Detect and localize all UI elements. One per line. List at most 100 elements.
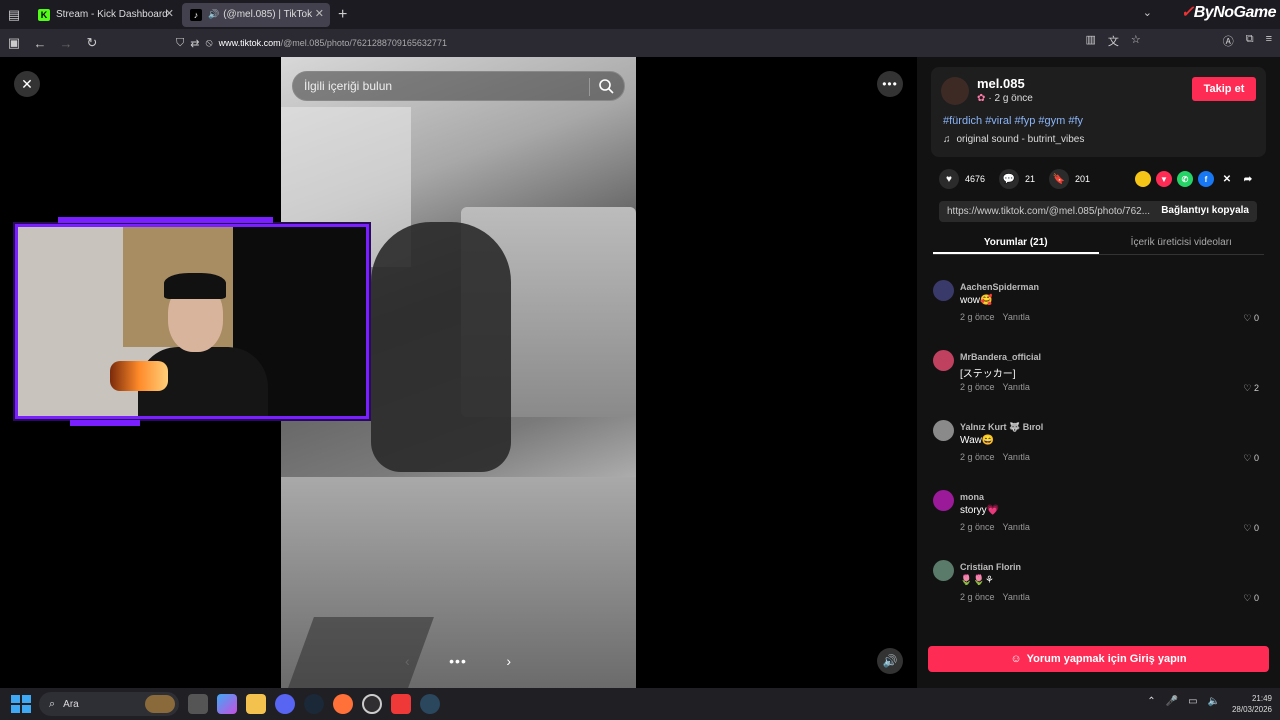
avatar[interactable] xyxy=(933,350,954,371)
close-tab-icon[interactable]: ✕ xyxy=(165,7,174,20)
comment-like[interactable]: ♡ 0 xyxy=(1243,523,1259,534)
windows-start-icon[interactable] xyxy=(9,693,33,715)
volume-icon[interactable]: 🔊 xyxy=(877,648,903,674)
comment-username[interactable]: Yalnız Kurt 🐺 Bırol xyxy=(960,422,1043,433)
url-bar[interactable]: ⛉ ⇄ ⦸ www.tiktok.com /@mel.085/photo/762… xyxy=(176,32,1126,54)
related-search-input[interactable]: İlgili içeriği bulun xyxy=(292,71,625,101)
comment-like[interactable]: ♡ 0 xyxy=(1243,593,1259,604)
coin-icon[interactable] xyxy=(1135,171,1151,187)
translate-icon[interactable]: 文 xyxy=(1108,33,1119,49)
reply-button[interactable]: Yanıtla xyxy=(1003,452,1030,462)
bookmark-star-icon[interactable]: ☆ xyxy=(1131,33,1141,49)
sidebar-icon[interactable]: ▣ xyxy=(2,31,26,55)
close-tab-icon[interactable]: ✕ xyxy=(315,7,324,20)
file-explorer-icon[interactable] xyxy=(246,694,266,714)
comment-list: AachenSpiderman wow🥰 2 g önce Yanıtla ♡ 0… xyxy=(931,275,1271,625)
comment-like[interactable]: ♡ 2 xyxy=(1243,383,1259,394)
bookmark-icon[interactable]: 🔖 xyxy=(1049,169,1070,189)
x-icon[interactable]: ✕ xyxy=(1219,171,1235,187)
tab-tiktok[interactable]: ♪ 🔊 (@mel.085) | TikTok ✕ xyxy=(182,2,330,27)
chevron-right-icon[interactable]: › xyxy=(506,653,511,669)
task-view-icon[interactable] xyxy=(188,694,208,714)
discord-icon[interactable] xyxy=(275,694,295,714)
new-tab-button[interactable]: + xyxy=(338,6,347,24)
avatar[interactable] xyxy=(933,490,954,511)
sound-link[interactable]: ♫ original sound - butrint_vibes xyxy=(943,134,1084,145)
post-link-field[interactable]: https://www.tiktok.com/@mel.085/photo/76… xyxy=(939,201,1257,222)
speaker-icon[interactable]: 🔈 xyxy=(1208,696,1220,707)
taskbar-search[interactable]: ⌕ Ara xyxy=(39,692,179,716)
account-icon[interactable]: Ⓐ xyxy=(1223,33,1234,49)
chevron-up-icon[interactable]: ⌃ xyxy=(1147,696,1155,707)
tab-creator-videos[interactable]: İçerik üreticisi videoları xyxy=(1099,229,1265,254)
comment-username[interactable]: mona xyxy=(960,492,984,502)
permissions-icon[interactable]: ⇄ xyxy=(190,37,199,50)
kick-icon: K xyxy=(38,8,50,21)
comment-like[interactable]: ♡ 0 xyxy=(1243,453,1259,464)
reply-button[interactable]: Yanıtla xyxy=(1003,312,1030,322)
author-card: mel.085 ✿ · 2 g önce Takip et #fürdich #v… xyxy=(931,67,1266,157)
reload-button[interactable]: ↻ xyxy=(80,31,104,55)
comment-username[interactable]: AachenSpiderman xyxy=(960,282,1039,292)
tab-kick-dashboard[interactable]: K Stream - Kick Dashboard ✕ xyxy=(30,3,180,27)
system-tray: ⌃ 🎤 ▭ 🔈 xyxy=(1147,696,1220,707)
avatar[interactable] xyxy=(941,77,969,105)
audio-icon[interactable]: 🔊 xyxy=(208,9,219,20)
steam-alt-icon[interactable] xyxy=(420,694,440,714)
forward-button[interactable]: → xyxy=(54,31,78,55)
heart-icon: ♡ xyxy=(1243,383,1252,393)
hashtags[interactable]: #fürdich #viral #fyp #gym #fy xyxy=(943,115,1083,127)
comment-icon: ☺ xyxy=(1010,653,1022,665)
username[interactable]: mel.085 xyxy=(977,76,1025,91)
reply-button[interactable]: Yanıtla xyxy=(1003,382,1030,392)
tracking-icon[interactable]: ⦸ xyxy=(205,37,212,50)
back-button[interactable]: ← xyxy=(28,31,52,55)
follow-button[interactable]: Takip et xyxy=(1192,77,1256,101)
more-options-button[interactable]: ••• xyxy=(877,71,903,97)
search-icon[interactable] xyxy=(598,78,614,94)
copilot-icon[interactable] xyxy=(217,694,237,714)
save-count: 201 xyxy=(1075,174,1091,184)
comment-username[interactable]: Cristian Florin xyxy=(960,562,1021,572)
webcam-overlay xyxy=(15,217,369,426)
login-to-comment-button[interactable]: ☺ Yorum yapmak için Giriş yapın xyxy=(928,646,1269,672)
network-icon[interactable]: ▭ xyxy=(1188,696,1197,707)
panel-tabs: Yorumlar (21) İçerik üreticisi videoları xyxy=(933,229,1264,255)
comment-text: Waw😄 xyxy=(960,435,995,446)
reply-button[interactable]: Yanıtla xyxy=(1003,522,1030,532)
reply-button[interactable]: Yanıtla xyxy=(1003,592,1030,602)
shield-icon[interactable]: ⛉ xyxy=(176,37,184,50)
repost-icon[interactable]: ▼ xyxy=(1156,171,1172,187)
obs-icon[interactable] xyxy=(362,694,382,714)
steam-icon[interactable] xyxy=(304,694,324,714)
vivaldi-icon[interactable] xyxy=(391,694,411,714)
news-widget-icon[interactable] xyxy=(145,695,175,713)
share-arrow-icon[interactable]: ➦ xyxy=(1240,171,1256,187)
avatar[interactable] xyxy=(933,560,954,581)
facebook-icon[interactable]: f xyxy=(1198,171,1214,187)
heart-icon[interactable]: ♥ xyxy=(939,169,959,189)
heart-icon: ♡ xyxy=(1243,313,1252,323)
comment-icon[interactable]: 💬 xyxy=(999,169,1020,189)
whatsapp-icon[interactable]: ✆ xyxy=(1177,171,1193,187)
tab-comments[interactable]: Yorumlar (21) xyxy=(933,229,1099,254)
avatar[interactable] xyxy=(933,280,954,301)
chevron-down-icon[interactable]: ⌄ xyxy=(1143,6,1152,19)
comment-count: 21 xyxy=(1025,174,1036,184)
chevron-left-icon[interactable]: ‹ xyxy=(405,653,410,669)
comment-text: 🌷🌷⚘ xyxy=(960,575,994,586)
microphone-icon[interactable]: 🎤 xyxy=(1166,696,1178,707)
close-icon[interactable]: ✕ xyxy=(14,71,40,97)
system-clock[interactable]: 21:49 28/03/2026 xyxy=(1232,693,1272,715)
tab-list-icon[interactable]: ▤ xyxy=(0,0,28,29)
comment-username[interactable]: MrBandera_official xyxy=(960,352,1041,362)
firefox-icon[interactable] xyxy=(333,694,353,714)
menu-icon[interactable]: ≡ xyxy=(1266,33,1272,49)
extensions-icon[interactable]: ⧉ xyxy=(1246,33,1254,49)
avatar[interactable] xyxy=(933,420,954,441)
browser-nav-bar: ▣ ← → ↻ ⛉ ⇄ ⦸ www.tiktok.com /@mel.085/p… xyxy=(0,29,1280,57)
comment-like[interactable]: ♡ 0 xyxy=(1243,313,1259,324)
reader-icon[interactable]: ▥ xyxy=(1085,33,1095,49)
copy-link-button[interactable]: Bağlantıyı kopyala xyxy=(1161,205,1249,216)
tab-label: Stream - Kick Dashboard xyxy=(56,9,168,20)
